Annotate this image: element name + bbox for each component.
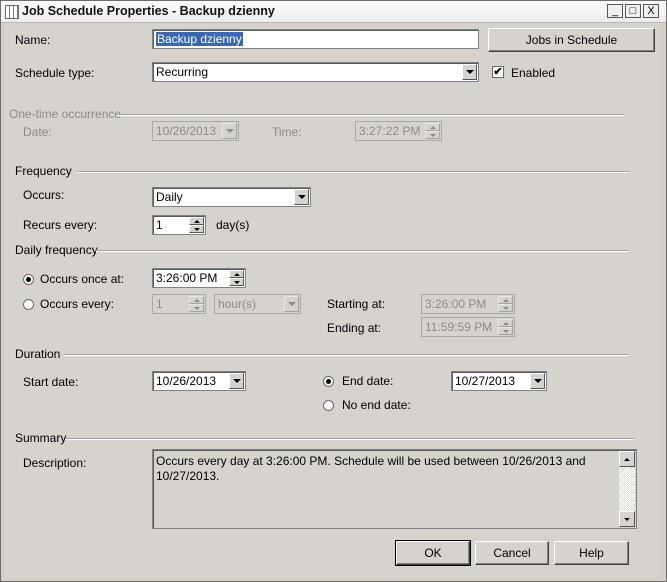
- chevron-down-icon[interactable]: [294, 189, 309, 205]
- start-date-label: Start date:: [23, 375, 79, 389]
- close-button[interactable]: X: [643, 4, 659, 18]
- schedule-type-label: Schedule type:: [15, 66, 95, 80]
- description-textarea[interactable]: Occurs every day at 3:26:00 PM. Schedule…: [152, 449, 637, 529]
- spin-arrows-icon[interactable]: [229, 270, 244, 286]
- scroll-up-icon[interactable]: [619, 451, 635, 467]
- occurs-once-time-spinner[interactable]: 3:26:00 PM: [152, 268, 246, 288]
- occurs-once-time-value: 3:26:00 PM: [156, 271, 218, 285]
- chevron-down-icon[interactable]: [530, 373, 545, 389]
- occurs-every-value: 1: [156, 297, 163, 311]
- one-time-date-picker: 10/26/2013: [152, 121, 239, 141]
- starting-at-value: 3:26:00 PM: [425, 297, 487, 311]
- recurs-every-label: Recurs every:: [23, 218, 98, 232]
- starting-at-label: Starting at:: [327, 297, 386, 311]
- divider: [116, 114, 624, 116]
- occurs-every-radio[interactable]: [23, 299, 34, 310]
- end-date-label: End date:: [342, 374, 394, 388]
- chevron-down-icon[interactable]: [229, 373, 244, 389]
- one-time-date-label: Date:: [23, 125, 52, 139]
- spin-arrows-icon[interactable]: [189, 217, 204, 233]
- dialog-body: Name: Backup dzienny Jobs in Schedule Sc…: [5, 23, 659, 577]
- daily-frequency-header: Daily frequency: [15, 243, 98, 257]
- spin-arrows-icon: [498, 319, 513, 335]
- spin-arrows-icon: [498, 296, 513, 312]
- schedule-type-dropdown[interactable]: Recurring: [152, 62, 479, 82]
- occurs-every-unit-value: hour(s): [218, 297, 257, 311]
- start-date-value: 10/26/2013: [156, 374, 217, 388]
- occurs-once-label: Occurs once at:: [40, 272, 125, 286]
- recurs-every-value: 1: [156, 218, 163, 232]
- description-label: Description:: [23, 456, 87, 470]
- spin-arrows-icon: [189, 296, 204, 312]
- name-label: Name:: [15, 33, 51, 47]
- ok-button[interactable]: OK: [395, 540, 471, 566]
- end-date-value: 10/27/2013: [455, 374, 516, 388]
- no-end-date-label: No end date:: [342, 398, 411, 412]
- chevron-down-icon[interactable]: [462, 64, 477, 80]
- job-schedule-properties-window: Job Schedule Properties - Backup dzienny…: [0, 0, 667, 582]
- divider: [96, 250, 629, 252]
- end-date-radio[interactable]: [323, 376, 334, 387]
- occurs-every-unit-dropdown: hour(s): [214, 294, 301, 314]
- name-input[interactable]: Backup dzienny: [152, 29, 479, 49]
- spin-arrows-icon: [425, 123, 440, 139]
- duration-header: Duration: [15, 347, 61, 361]
- one-time-date-value: 10/26/2013: [156, 124, 217, 138]
- ending-at-value: 11:59:59 PM: [425, 320, 493, 334]
- name-value: Backup dzienny: [156, 32, 243, 46]
- enabled-checkbox[interactable]: ✔: [492, 66, 504, 78]
- occurs-value: Daily: [156, 190, 183, 204]
- schedule-type-value: Recurring: [156, 65, 209, 79]
- minimize-button[interactable]: _: [607, 4, 623, 18]
- recurs-unit-label: day(s): [216, 218, 250, 232]
- window-title: Job Schedule Properties - Backup dzienny: [22, 4, 275, 18]
- frequency-header: Frequency: [15, 164, 72, 178]
- one-time-occurrence-header: One-time occurrence: [9, 107, 122, 121]
- scroll-down-icon[interactable]: [619, 511, 635, 527]
- recurs-every-spinner[interactable]: 1: [152, 215, 206, 235]
- occurs-label: Occurs:: [23, 188, 65, 202]
- jobs-in-schedule-button[interactable]: Jobs in Schedule: [488, 28, 655, 52]
- occurs-once-radio[interactable]: [23, 274, 34, 285]
- end-date-picker[interactable]: 10/27/2013: [451, 371, 547, 391]
- ending-at-spinner: 11:59:59 PM: [421, 317, 515, 337]
- divider: [64, 354, 629, 356]
- title-bar[interactable]: Job Schedule Properties - Backup dzienny…: [1, 1, 666, 23]
- start-date-picker[interactable]: 10/26/2013: [152, 371, 246, 391]
- starting-at-spinner: 3:26:00 PM: [421, 294, 515, 314]
- description-scrollbar[interactable]: [619, 451, 635, 527]
- chevron-down-icon: [222, 123, 237, 139]
- ending-at-label: Ending at:: [327, 321, 382, 335]
- one-time-time-label: Time:: [272, 125, 302, 139]
- maximize-button[interactable]: □: [625, 4, 641, 18]
- occurs-every-label: Occurs every:: [40, 297, 115, 311]
- description-text: Occurs every day at 3:26:00 PM. Schedule…: [156, 454, 586, 483]
- one-time-time-spinner: 3:27:22 PM: [355, 121, 442, 141]
- occurs-dropdown[interactable]: Daily: [152, 187, 311, 207]
- one-time-time-value: 3:27:22 PM: [359, 124, 421, 138]
- cancel-button[interactable]: Cancel: [475, 541, 549, 565]
- occurs-every-spinner: 1: [152, 294, 206, 314]
- divider: [77, 171, 629, 173]
- divider: [65, 438, 634, 440]
- app-window-icon: [5, 5, 19, 19]
- help-button[interactable]: Help: [554, 541, 629, 565]
- chevron-down-icon: [284, 296, 299, 312]
- enabled-label: Enabled: [511, 66, 556, 80]
- no-end-date-radio[interactable]: [323, 400, 334, 411]
- summary-header: Summary: [15, 431, 67, 445]
